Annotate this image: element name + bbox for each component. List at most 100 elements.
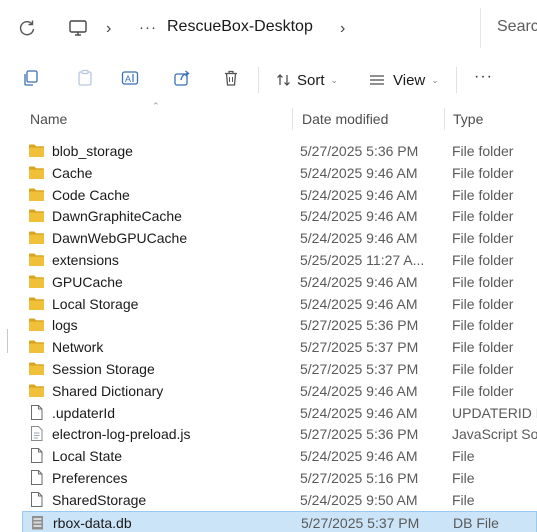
file-date-modified: 5/27/2025 5:37 PM bbox=[301, 514, 420, 531]
folder-icon bbox=[29, 297, 44, 310]
file-row[interactable]: Network 5/27/2025 5:37 PM File folder bbox=[22, 336, 537, 358]
file-date-modified: 5/25/2025 11:27 A... bbox=[300, 252, 425, 268]
javascript-file-icon bbox=[31, 426, 43, 442]
file-name: Shared Dictionary bbox=[52, 382, 164, 399]
file-row[interactable]: rbox-data.db 5/27/2025 5:37 PM DB File bbox=[22, 510, 537, 532]
address-bar: › ··· RescueBox-Desktop › Search bbox=[0, 0, 537, 58]
file-name: DawnGraphiteCache bbox=[52, 208, 182, 225]
file-name: rbox-data.db bbox=[53, 514, 132, 531]
file-name: .updaterId bbox=[52, 404, 116, 421]
file-name: Network bbox=[52, 339, 104, 356]
file-row[interactable]: SharedStorage 5/24/2025 9:50 AM File bbox=[22, 489, 537, 511]
file-type: UPDATERID File bbox=[452, 404, 537, 421]
file-icon bbox=[31, 448, 43, 464]
file-type: File bbox=[452, 491, 475, 508]
file-date-modified: 5/24/2025 9:46 AM bbox=[300, 186, 418, 203]
delete-icon[interactable] bbox=[222, 69, 240, 87]
file-date-modified: 5/27/2025 5:16 PM bbox=[300, 470, 419, 486]
folder-icon bbox=[29, 340, 44, 354]
file-type: File folder bbox=[452, 361, 514, 377]
file-type: File folder bbox=[452, 273, 514, 290]
command-bar: A Sort ⌄ View ⌄ ··· bbox=[0, 58, 537, 104]
search-input[interactable]: Search bbox=[497, 18, 537, 36]
file-row[interactable]: Cache 5/24/2025 9:46 AM File folder bbox=[22, 162, 537, 184]
column-header-type[interactable]: Type bbox=[453, 111, 483, 127]
file-date-modified: 5/24/2025 9:46 AM bbox=[300, 382, 418, 399]
file-date-modified: 5/24/2025 9:46 AM bbox=[300, 230, 418, 247]
file-row[interactable]: Local Storage 5/24/2025 9:46 AM File folde… bbox=[22, 293, 537, 315]
folder-icon bbox=[29, 253, 44, 266]
file-date-modified: 5/27/2025 5:36 PM bbox=[300, 317, 419, 334]
file-type: JavaScript Source File bbox=[452, 426, 537, 443]
file-row[interactable]: Preferences 5/27/2025 5:16 PM File bbox=[22, 467, 537, 489]
view-lines-icon bbox=[370, 75, 384, 85]
file-row[interactable]: Session Storage 5/27/2025 5:37 PM File fol… bbox=[22, 358, 537, 380]
file-type: File folder bbox=[452, 295, 514, 312]
file-row[interactable]: electron-log-preload.js 5/27/2025 5:36 PM… bbox=[22, 423, 537, 445]
file-row[interactable]: DawnGraphiteCache 5/24/2025 9:46 AM File f… bbox=[22, 205, 537, 227]
file-row[interactable]: DawnWebGPUCache 5/24/2025 9:46 AM File fol… bbox=[22, 227, 537, 249]
file-date-modified: 5/24/2025 9:46 AM bbox=[300, 404, 418, 421]
file-date-modified: 5/27/2025 5:37 PM bbox=[300, 361, 419, 377]
refresh-icon[interactable] bbox=[18, 19, 36, 37]
file-row[interactable]: .updaterId 5/24/2025 9:46 AM UPDATERID Fil… bbox=[22, 402, 537, 424]
column-resize-handle[interactable] bbox=[444, 108, 445, 130]
file-row[interactable]: logs 5/27/2025 5:36 PM File folder bbox=[22, 314, 537, 336]
file-type: File folder bbox=[452, 208, 514, 225]
nav-pane-edge bbox=[7, 329, 8, 353]
file-type: File folder bbox=[452, 230, 514, 247]
copy-icon[interactable] bbox=[22, 69, 40, 87]
file-date-modified: 5/24/2025 9:46 AM bbox=[300, 164, 418, 181]
folder-icon bbox=[29, 384, 44, 397]
svg-text:A: A bbox=[125, 74, 131, 84]
file-row[interactable]: GPUCache 5/24/2025 9:46 AM File folder bbox=[22, 271, 537, 293]
toolbar-separator bbox=[456, 67, 457, 93]
file-type: File bbox=[452, 448, 475, 465]
breadcrumb-overflow-button[interactable]: ··· bbox=[139, 19, 157, 36]
column-header-name[interactable]: Name bbox=[30, 111, 67, 127]
folder-icon bbox=[29, 362, 44, 375]
sort-label: Sort bbox=[297, 71, 325, 89]
file-date-modified: 5/24/2025 9:46 AM bbox=[300, 208, 418, 225]
breadcrumb-chevron-icon[interactable]: › bbox=[340, 20, 345, 38]
sort-ascending-icon: ⌃ bbox=[152, 101, 160, 111]
file-type: File folder bbox=[452, 317, 514, 334]
file-row[interactable]: Local State 5/24/2025 9:46 AM File bbox=[22, 445, 537, 467]
file-name: Local Storage bbox=[52, 295, 139, 312]
file-icon bbox=[31, 404, 43, 420]
file-date-modified: 5/24/2025 9:46 AM bbox=[300, 295, 418, 312]
folder-icon bbox=[29, 209, 44, 223]
sort-arrows-icon bbox=[277, 74, 290, 86]
file-date-modified: 5/24/2025 9:46 AM bbox=[300, 273, 418, 290]
file-row[interactable]: Code Cache 5/24/2025 9:46 AM File folder bbox=[22, 184, 537, 206]
file-name: electron-log-preload.js bbox=[52, 426, 191, 443]
breadcrumb-chevron-icon[interactable]: › bbox=[106, 20, 111, 38]
view-button[interactable]: View ⌄ bbox=[369, 69, 439, 91]
file-date-modified: 5/27/2025 5:36 PM bbox=[300, 426, 419, 443]
file-name: Session Storage bbox=[52, 361, 155, 377]
breadcrumb-current[interactable]: RescueBox-Desktop bbox=[167, 18, 313, 36]
file-type: File folder bbox=[452, 186, 514, 203]
file-name: Preferences bbox=[52, 470, 128, 486]
file-row[interactable]: blob_storage 5/27/2025 5:36 PM File folder bbox=[22, 140, 537, 162]
toolbar-separator bbox=[258, 67, 259, 93]
file-row[interactable]: extensions 5/25/2025 11:27 A... File folde… bbox=[22, 249, 537, 271]
folder-icon bbox=[29, 275, 44, 288]
file-name: Cache bbox=[52, 164, 93, 181]
share-icon[interactable] bbox=[173, 69, 191, 87]
address-divider bbox=[480, 8, 481, 48]
sort-button[interactable]: Sort ⌄ bbox=[276, 69, 338, 91]
computer-icon[interactable] bbox=[68, 19, 88, 37]
paste-icon[interactable] bbox=[76, 69, 94, 87]
file-name: blob_storage bbox=[52, 143, 133, 159]
file-name: DawnWebGPUCache bbox=[52, 230, 188, 247]
column-header-date-modified[interactable]: Date modified bbox=[302, 111, 388, 127]
folder-icon bbox=[29, 166, 44, 179]
file-row[interactable]: Shared Dictionary 5/24/2025 9:46 AM File f… bbox=[22, 380, 537, 402]
more-options-button[interactable]: ··· bbox=[474, 68, 493, 86]
file-icon bbox=[31, 491, 43, 507]
column-resize-handle[interactable] bbox=[292, 108, 293, 130]
rename-icon[interactable]: A bbox=[121, 69, 139, 87]
file-date-modified: 5/24/2025 9:50 AM bbox=[300, 491, 418, 508]
file-name: SharedStorage bbox=[52, 491, 147, 508]
